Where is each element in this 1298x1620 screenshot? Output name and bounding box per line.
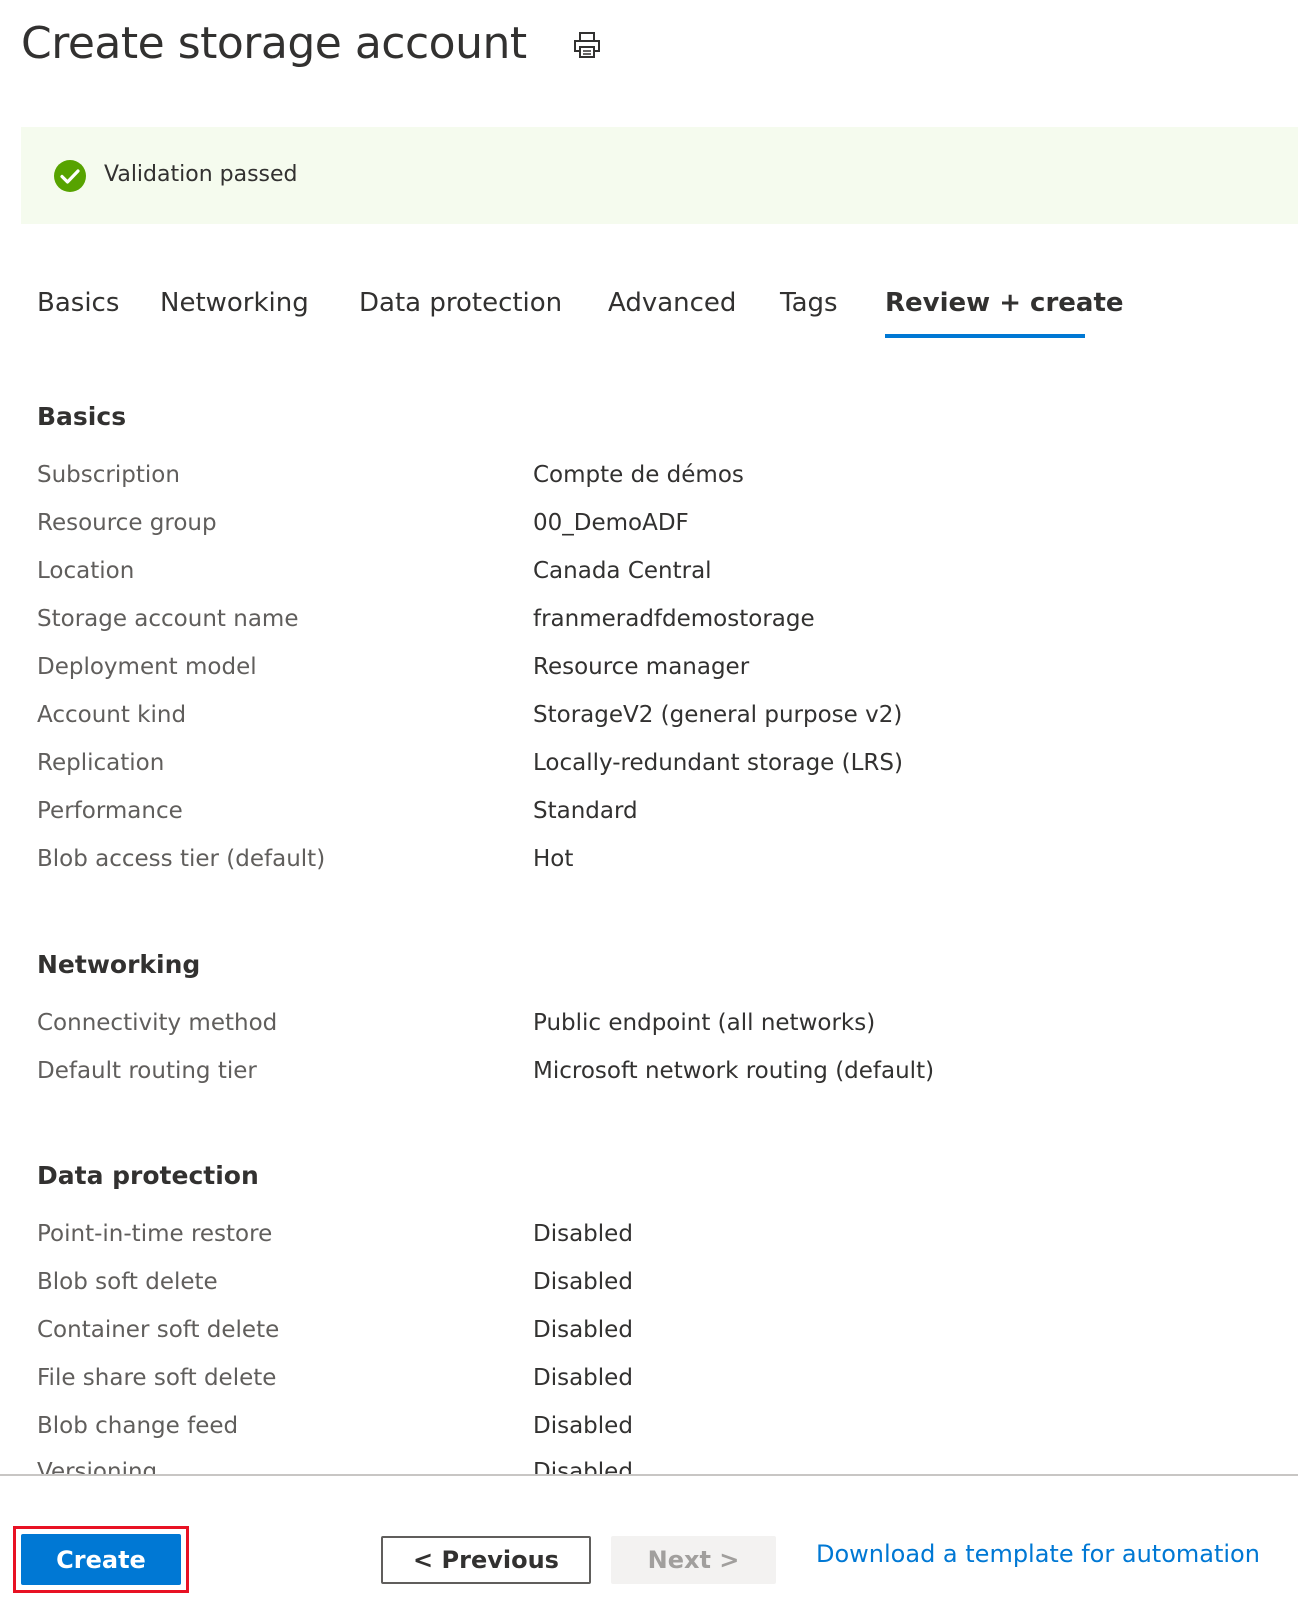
row-label: Container soft delete (37, 1317, 280, 1343)
tab-networking[interactable]: Networking (160, 283, 309, 323)
row-label: Blob soft delete (37, 1269, 218, 1295)
row-value: Disabled (533, 1413, 633, 1439)
row-value: Microsoft network routing (default) (533, 1058, 935, 1084)
row-value: Compte de démos (533, 462, 744, 488)
check-circle-icon (54, 160, 86, 192)
row-value: 00_DemoADF (533, 510, 689, 536)
row-label: Versioning (37, 1459, 158, 1474)
row-label: Replication (37, 750, 165, 776)
section-title-networking: Networking (37, 950, 201, 979)
row-value: Disabled (533, 1459, 633, 1474)
section-title-data-protection: Data protection (37, 1161, 259, 1190)
row-label: Blob access tier (default) (37, 846, 326, 872)
next-button[interactable]: Next > (611, 1536, 776, 1584)
tab-tags[interactable]: Tags (780, 283, 838, 323)
row-label: Account kind (37, 702, 187, 728)
row-label: File share soft delete (37, 1365, 277, 1391)
active-tab-indicator (885, 334, 1085, 338)
row-value: Public endpoint (all networks) (533, 1010, 876, 1036)
row-value: Hot (533, 846, 574, 872)
row-label: Subscription (37, 462, 180, 488)
row-value: Disabled (533, 1317, 633, 1343)
tab-data-protection[interactable]: Data protection (359, 283, 562, 323)
row-value: Canada Central (533, 558, 712, 584)
tab-basics[interactable]: Basics (37, 283, 119, 323)
tab-review-create[interactable]: Review + create (885, 283, 1124, 323)
row-value: Resource manager (533, 654, 750, 680)
print-icon[interactable] (572, 30, 602, 60)
row-label: Deployment model (37, 654, 257, 680)
validation-banner: Validation passed (21, 127, 1298, 224)
tab-bar: Basics Networking Data protection Advanc… (37, 283, 1237, 338)
footer-divider (0, 1474, 1298, 1476)
row-value: Disabled (533, 1365, 633, 1391)
row-label: Performance (37, 798, 183, 824)
page-title: Create storage account (21, 18, 527, 69)
tab-advanced[interactable]: Advanced (608, 283, 736, 323)
row-value: Locally-redundant storage (LRS) (533, 750, 903, 776)
row-value: Standard (533, 798, 638, 824)
row-value: franmeradfdemostorage (533, 606, 815, 632)
row-label: Connectivity method (37, 1010, 278, 1036)
create-button[interactable]: Create (21, 1534, 181, 1585)
row-label: Blob change feed (37, 1413, 239, 1439)
row-label: Point-in-time restore (37, 1221, 273, 1247)
main-content: Create storage account Validation passed… (0, 0, 1298, 1474)
row-value: StorageV2 (general purpose v2) (533, 702, 903, 728)
row-label: Location (37, 558, 135, 584)
row-value: Disabled (533, 1221, 633, 1247)
download-template-link[interactable]: Download a template for automation (816, 1540, 1260, 1568)
validation-status-text: Validation passed (104, 162, 298, 187)
row-label: Storage account name (37, 606, 299, 632)
row-value: Disabled (533, 1269, 633, 1295)
row-label: Default routing tier (37, 1058, 257, 1084)
section-title-basics: Basics (37, 402, 127, 431)
previous-button[interactable]: < Previous (381, 1536, 591, 1584)
row-label: Resource group (37, 510, 217, 536)
